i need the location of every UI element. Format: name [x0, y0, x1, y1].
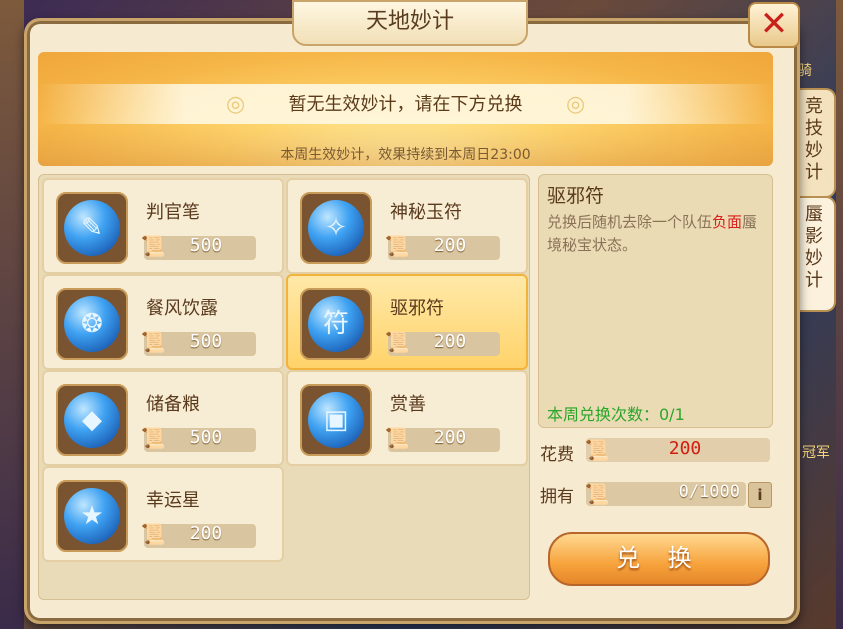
item-name: 判官笔 [146, 202, 200, 223]
item-name: 赏善 [390, 394, 426, 415]
item-icon-frame: ✎ [56, 192, 128, 264]
item-price: 200 [189, 523, 223, 544]
item-price: 200 [433, 331, 467, 352]
detail-desc-highlight: 负面 [712, 213, 743, 231]
tab-mirage-strategy-label: 蜃影妙计 [805, 204, 823, 291]
window-title: 天地妙计 [292, 0, 528, 46]
item-card[interactable]: ★ 幸运星 📜 200 [42, 466, 284, 562]
exorcism-talisman-icon: 符 [308, 296, 364, 352]
owned-label: 拥有 [540, 487, 574, 507]
item-name: 储备粮 [146, 394, 200, 415]
item-icon-frame: ✧ [300, 192, 372, 264]
cost-value: 200 [668, 438, 702, 459]
detail-title: 驱邪符 [547, 185, 605, 207]
grain-sack-icon: ◆ [64, 392, 120, 448]
banner-subtext: 本周生效妙计，效果持续到本周日23:00 [280, 147, 531, 163]
close-button[interactable]: ✕ [748, 2, 800, 48]
item-icon-frame: 符 [300, 288, 372, 360]
item-card[interactable]: ✧ 神秘玉符 📜 200 [286, 178, 528, 274]
item-card[interactable]: 符驱邪符 📜 200 [286, 274, 528, 370]
item-card[interactable]: ▣ 赏善 📜 200 [286, 370, 528, 466]
background-text-right: 冠军 [802, 445, 830, 461]
background-scene [0, 0, 24, 629]
cost-label: 花费 [540, 445, 574, 465]
item-icon-frame: ★ [56, 480, 128, 552]
tab-arena-strategy-label: 竞技妙计 [805, 96, 823, 183]
tab-mirage-strategy[interactable]: 蜃影妙计 [794, 196, 836, 312]
item-price: 500 [189, 427, 223, 448]
item-card[interactable]: ❂ 餐风饮露 📜 500 [42, 274, 284, 370]
brush-icon: ✎ [64, 200, 120, 256]
detail-description: 兑换后随机去除一个队伍负面蜃境秘宝状态。 [547, 211, 763, 257]
item-name: 驱邪符 [390, 298, 444, 319]
background-scene-right [836, 0, 843, 629]
active-strategy-banner: ◎ ◎ 暂无生效妙计，请在下方兑换 本周生效妙计，效果持续到本周日23:00 [38, 52, 773, 166]
item-card[interactable]: ◆ 储备粮 📜 500 [42, 370, 284, 466]
exchange-button[interactable]: 兑 换 [548, 532, 770, 586]
item-name: 神秘玉符 [390, 202, 462, 223]
banner-message: 暂无生效妙计，请在下方兑换 [288, 94, 523, 115]
background-text-top: 骑 [798, 63, 812, 79]
item-detail-panel: 驱邪符 兑换后随机去除一个队伍负面蜃境秘宝状态。 本周兑换次数：0/1 [538, 174, 773, 428]
detail-desc-before: 兑换后随机去除一个队伍 [547, 213, 713, 231]
close-icon: ✕ [759, 4, 789, 44]
gift-box-icon: ▣ [308, 392, 364, 448]
item-card[interactable]: ✎ 判官笔 📜 500 [42, 178, 284, 274]
tab-arena-strategy[interactable]: 竞技妙计 [794, 88, 836, 198]
jade-talisman-icon: ✧ [308, 200, 364, 256]
item-name: 幸运星 [146, 490, 200, 511]
item-price: 200 [433, 427, 467, 448]
item-price: 200 [433, 235, 467, 256]
item-price: 500 [189, 331, 223, 352]
item-name: 餐风饮露 [146, 298, 218, 319]
item-icon-frame: ▣ [300, 384, 372, 456]
item-icon-frame: ❂ [56, 288, 128, 360]
item-price: 500 [189, 235, 223, 256]
weekly-exchange-count: 本周兑换次数：0/1 [547, 405, 685, 424]
info-button[interactable]: i [748, 482, 772, 508]
item-icon-frame: ◆ [56, 384, 128, 456]
lucky-star-icon: ★ [64, 488, 120, 544]
dew-icon: ❂ [64, 296, 120, 352]
owned-value: 0/1000 [678, 482, 740, 502]
